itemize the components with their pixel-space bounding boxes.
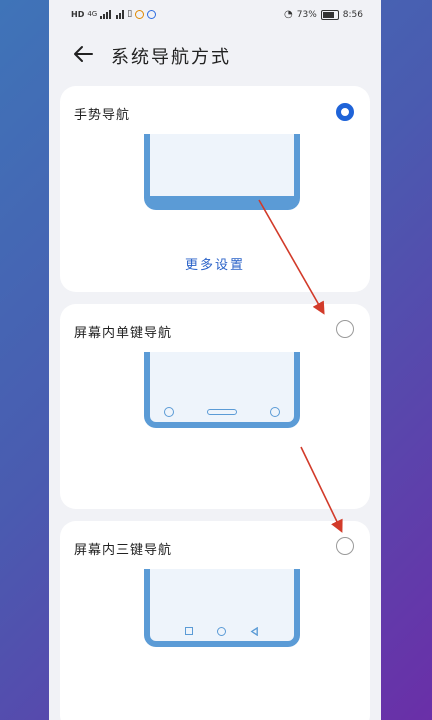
annotation-arrow-1 xyxy=(258,199,325,315)
annotation-arrow-2 xyxy=(300,446,343,533)
annotation-arrows xyxy=(258,199,343,533)
phone-screen: HD 4G ▯ ◔ 73% 8:56 系统导航方式 手势导航 更多设置 屏幕内单… xyxy=(49,0,381,720)
